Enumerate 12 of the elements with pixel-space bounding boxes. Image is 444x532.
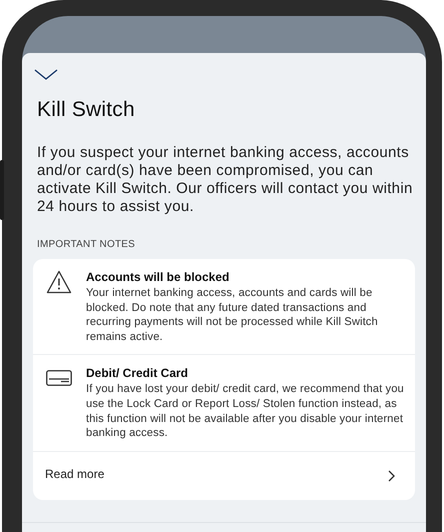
chevron-right-icon <box>388 470 395 482</box>
note-heading: Accounts will be blocked <box>86 270 230 284</box>
description-text: If you suspect your internet banking access, accounts and/or card(s) have been compromised, you can activate Kill Switch. Our officers will contact you within 24 hours to assist you. <box>37 144 414 216</box>
note-heading: Debit/ Credit Card <box>86 366 190 380</box>
collapse-chevron-icon[interactable] <box>34 69 58 81</box>
warning-icon <box>46 270 72 294</box>
read-more-link[interactable]: Read more <box>33 452 415 500</box>
note-text: If you have lost your debit/ credit card, we recommend that you use the Lock Card or Report Loss/ Stolen function instead, as this function will not be available after you disable your internet banking access. <box>86 382 405 441</box>
card-icon <box>46 370 72 386</box>
sheet-title: Kill Switch <box>37 98 136 122</box>
section-heading: IMPORTANT NOTES <box>37 239 136 250</box>
note-text: Your internet banking access, accounts and cards will be blocked. Do note that any future dated transactions and recurring payments will not be processed while Kill Switch remains active. <box>86 286 379 344</box>
